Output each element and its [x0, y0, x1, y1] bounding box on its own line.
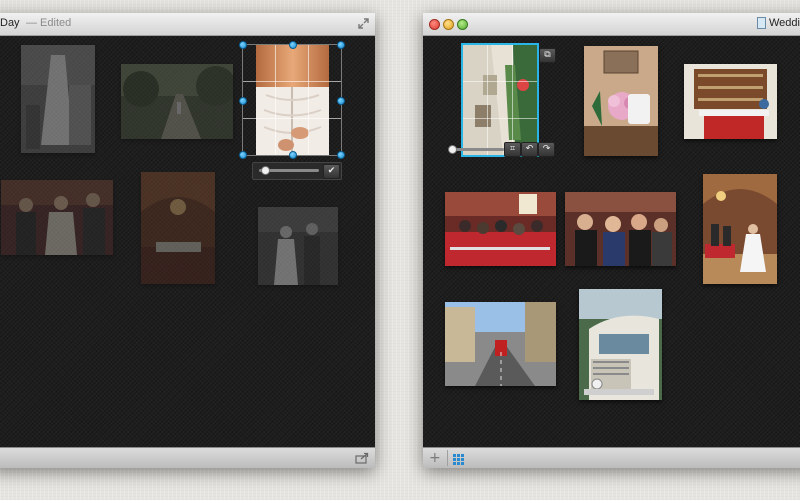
- right-titlebar[interactable]: Wedding: [423, 13, 800, 36]
- crop-handle-middle-right[interactable]: [337, 97, 345, 105]
- plus-icon[interactable]: +: [429, 450, 441, 466]
- photo-guests-seated[interactable]: [565, 192, 676, 266]
- rotate-left-icon[interactable]: ↶: [521, 142, 538, 157]
- photo-flower-arrangement[interactable]: [584, 46, 658, 156]
- document-icon: [757, 17, 766, 29]
- zoom-slider-knob[interactable]: [448, 145, 457, 154]
- left-window: Day — Edited ✔: [0, 13, 375, 468]
- edited-status: — Edited: [26, 17, 72, 29]
- minimize-button[interactable]: [443, 19, 454, 30]
- photo-couple-walking[interactable]: [258, 207, 338, 285]
- statusbar-divider: [447, 450, 448, 466]
- grid-icon[interactable]: [453, 452, 464, 465]
- crop-handle-bottom-center[interactable]: [289, 151, 297, 159]
- zoom-slider: ⌗ ↶ ↷: [448, 142, 555, 157]
- crop-handle-bottom-right[interactable]: [337, 151, 345, 159]
- close-button[interactable]: [429, 19, 440, 30]
- replace-photo-icon[interactable]: ⧉: [539, 48, 556, 63]
- crop-icon[interactable]: ⌗: [504, 142, 521, 157]
- share-icon[interactable]: [355, 451, 369, 464]
- crop-handle-middle-left[interactable]: [239, 97, 247, 105]
- photo-hall-interior[interactable]: [141, 172, 215, 284]
- right-window: Wedding ⧉: [423, 13, 800, 468]
- right-canvas[interactable]: ⧉ ⌗ ↶ ↷: [423, 36, 800, 447]
- crop-handle-top-right[interactable]: [337, 41, 345, 49]
- photo-red-bus-street[interactable]: [445, 302, 556, 386]
- crop-handle-top-center[interactable]: [289, 41, 297, 49]
- photo-garden-path[interactable]: [121, 64, 233, 139]
- crop-zoom-bar: ✔: [252, 162, 342, 180]
- selected-grid: [463, 45, 537, 155]
- photo-ceremony-group[interactable]: [1, 180, 113, 255]
- left-canvas[interactable]: ✔: [0, 36, 375, 447]
- right-statusbar: +: [423, 447, 800, 468]
- left-statusbar: [0, 447, 375, 468]
- right-window-title: Wedding: [769, 17, 800, 29]
- rotate-right-icon[interactable]: ↷: [538, 142, 555, 157]
- crop-zoom-knob[interactable]: [261, 166, 270, 175]
- zoom-button[interactable]: [457, 19, 468, 30]
- left-titlebar[interactable]: Day — Edited: [0, 13, 375, 36]
- zoom-slider-track[interactable]: [452, 148, 504, 151]
- photo-dress-lacing-back[interactable]: [256, 45, 329, 155]
- crop-handle-bottom-left[interactable]: [239, 151, 247, 159]
- photo-ceremony-seating[interactable]: [445, 192, 556, 266]
- photo-bride-walking-aisle[interactable]: [703, 174, 777, 284]
- left-window-title: Day: [0, 17, 20, 29]
- crop-frame[interactable]: [239, 41, 345, 159]
- expand-icon[interactable]: [358, 18, 369, 29]
- photo-vintage-bus[interactable]: [579, 289, 662, 400]
- checkmark-icon[interactable]: ✔: [323, 164, 340, 179]
- crop-handle-top-left[interactable]: [239, 41, 247, 49]
- photo-buffet-table[interactable]: [684, 64, 777, 139]
- selected-photo-frame[interactable]: [461, 43, 539, 157]
- photo-wedding-dress-mannequin[interactable]: [21, 45, 95, 153]
